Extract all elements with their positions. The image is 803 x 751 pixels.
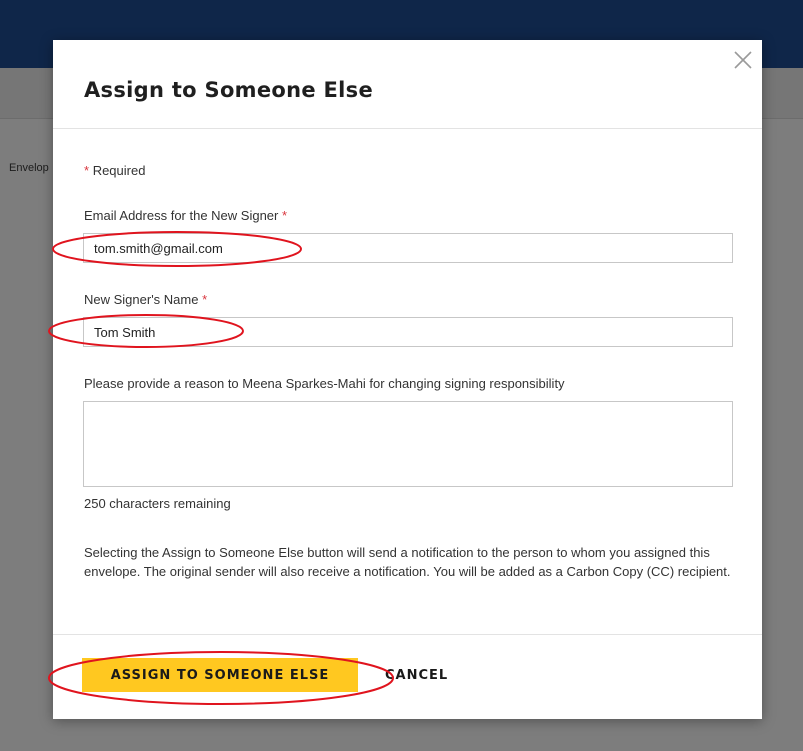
email-field[interactable]: [83, 233, 733, 263]
signer-name-field[interactable]: [83, 317, 733, 347]
close-icon[interactable]: [731, 48, 755, 72]
assign-to-someone-else-button[interactable]: ASSIGN TO SOMEONE ELSE: [82, 658, 358, 692]
name-label-text: New Signer's Name: [84, 292, 199, 307]
name-required-asterisk: *: [202, 292, 208, 307]
email-label-text: Email Address for the New Signer: [84, 208, 279, 223]
required-asterisk: *: [84, 163, 90, 178]
reason-label: Please provide a reason to Meena Sparkes…: [84, 376, 565, 391]
dialog-header: Assign to Someone Else: [53, 40, 762, 129]
characters-remaining: 250 characters remaining: [84, 496, 231, 511]
email-required-asterisk: *: [282, 208, 288, 223]
reason-textarea[interactable]: [83, 401, 733, 487]
required-note: * Required: [84, 163, 145, 178]
required-note-text: Required: [92, 163, 146, 178]
cancel-button[interactable]: CANCEL: [375, 658, 458, 692]
dialog-footer: ASSIGN TO SOMEONE ELSE CANCEL: [53, 634, 762, 720]
assign-info-text: Selecting the Assign to Someone Else but…: [84, 545, 731, 579]
assign-dialog: Assign to Someone Else * Required Email …: [53, 40, 762, 719]
email-label: Email Address for the New Signer *: [84, 208, 287, 223]
background-envelope-label: Envelop: [9, 162, 49, 174]
name-label: New Signer's Name *: [84, 292, 207, 307]
dialog-title: Assign to Someone Else: [84, 78, 374, 102]
